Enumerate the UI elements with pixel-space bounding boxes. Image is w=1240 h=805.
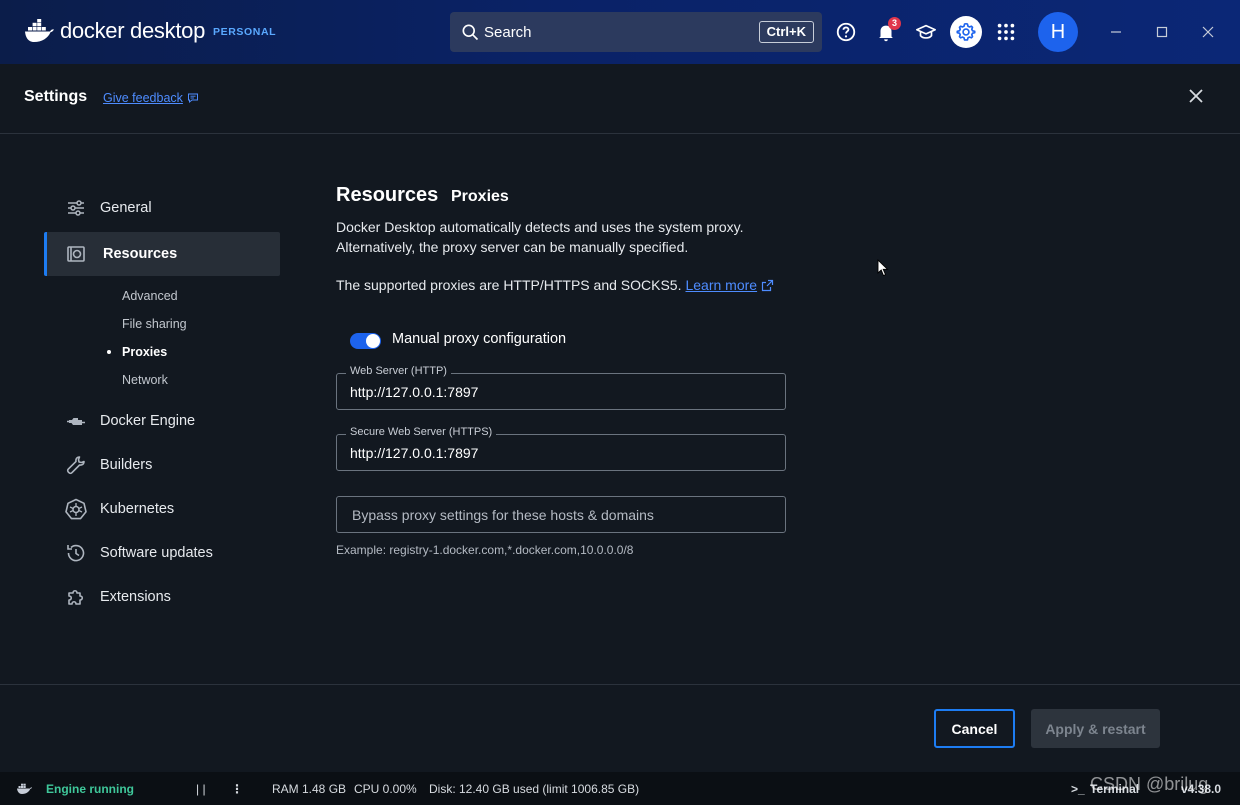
engine-status[interactable]: Engine running xyxy=(46,782,134,796)
help-icon xyxy=(836,22,856,42)
cancel-button[interactable]: Cancel xyxy=(934,709,1015,748)
bypass-example-hint: Example: registry-1.docker.com,*.docker.… xyxy=(336,543,634,557)
settings-sidebar: General Resources Advanced File sharing … xyxy=(44,186,280,638)
sidebar-item-kubernetes[interactable]: Kubernetes xyxy=(44,487,280,531)
sidebar-item-general[interactable]: General xyxy=(44,186,280,230)
learning-center-button[interactable] xyxy=(910,16,942,48)
http-proxy-input[interactable] xyxy=(350,374,770,409)
help-button[interactable] xyxy=(830,16,862,48)
search-icon xyxy=(462,24,479,41)
sidebar-item-resources[interactable]: Resources xyxy=(44,232,280,276)
maximize-button[interactable] xyxy=(1150,20,1174,44)
docker-whale-icon xyxy=(25,19,54,42)
close-icon xyxy=(1189,89,1203,103)
description-line-1: Docker Desktop automatically detects and… xyxy=(336,219,744,235)
toggle-knob xyxy=(366,334,380,348)
puzzle-icon xyxy=(64,585,88,609)
supported-proxies-label: The supported proxies are HTTP/HTTPS and… xyxy=(336,277,682,293)
feedback-icon xyxy=(187,93,198,104)
sidebar-item-partially-visible[interactable] xyxy=(44,619,280,638)
status-bar: Engine running | | ⋮ RAM 1.48 GB CPU 0.0… xyxy=(0,772,1240,805)
gear-icon xyxy=(956,22,976,41)
csdn-watermark: CSDN @brilug xyxy=(1090,774,1209,794)
more-settings-icon xyxy=(64,629,88,638)
give-feedback-link[interactable]: Give feedback xyxy=(103,91,199,105)
maximize-icon xyxy=(1156,26,1168,38)
graduation-cap-icon xyxy=(916,24,936,39)
sidebar-item-label: General xyxy=(100,200,152,216)
supported-proxies-text: The supported proxies are HTTP/HTTPS and… xyxy=(336,277,774,293)
sidebar-item-extensions[interactable]: Extensions xyxy=(44,575,280,619)
pause-engine-button[interactable]: | | xyxy=(196,782,206,796)
manual-proxy-label: Manual proxy configuration xyxy=(392,331,567,347)
ram-usage: RAM 1.48 GB xyxy=(272,782,347,796)
description-line-2: Alternatively, the proxy server can be m… xyxy=(336,239,689,255)
app-name: docker desktop xyxy=(60,18,205,43)
sidebar-item-docker-engine[interactable]: Docker Engine xyxy=(44,399,280,443)
minimize-icon xyxy=(1111,31,1121,33)
mouse-cursor-icon xyxy=(877,259,889,277)
engine-whale-icon xyxy=(17,783,32,794)
learn-more-label: Learn more xyxy=(685,277,758,293)
sidebar-item-label: Extensions xyxy=(100,589,171,605)
docker-logo: docker desktop xyxy=(24,18,205,44)
sidebar-item-label: Builders xyxy=(100,457,153,473)
sidebar-subitem-network[interactable]: Network xyxy=(122,373,168,387)
wrench-icon xyxy=(64,453,88,477)
terminal-icon: >_ xyxy=(1071,782,1085,796)
section-title: Resources xyxy=(336,184,439,206)
sidebar-item-software-updates[interactable]: Software updates xyxy=(44,531,280,575)
sidebar-item-builders[interactable]: Builders xyxy=(44,443,280,487)
section-subtitle: Proxies xyxy=(451,188,509,205)
engine-icon xyxy=(64,409,88,433)
apply-restart-button[interactable]: Apply & restart xyxy=(1031,709,1160,748)
notification-count-badge: 3 xyxy=(888,17,901,30)
disk-usage: Disk: 12.40 GB used (limit 1006.85 GB) xyxy=(429,782,640,796)
top-bar: docker desktop PERSONAL Search Ctrl+K 3 … xyxy=(0,0,1240,64)
https-proxy-field: Secure Web Server (HTTPS) xyxy=(336,426,786,471)
grid-icon xyxy=(997,23,1015,41)
user-avatar[interactable]: H xyxy=(1038,12,1078,52)
https-proxy-input[interactable] xyxy=(350,435,770,470)
proxy-description: Docker Desktop automatically detects and… xyxy=(336,217,743,257)
search-bar[interactable]: Search Ctrl+K xyxy=(450,12,822,52)
cpu-usage: CPU 0.00% xyxy=(354,782,417,796)
http-proxy-field: Web Server (HTTP) xyxy=(336,365,786,410)
external-link-icon xyxy=(761,279,774,291)
sidebar-subitem-advanced[interactable]: Advanced xyxy=(122,289,178,303)
notifications-button[interactable]: 3 xyxy=(870,16,902,48)
close-icon xyxy=(1202,26,1214,38)
sidebar-item-label: Kubernetes xyxy=(100,501,175,517)
close-settings-button[interactable] xyxy=(1184,84,1208,108)
kubernetes-icon xyxy=(64,497,88,521)
learn-more-link[interactable]: Learn more xyxy=(685,277,774,293)
sidebar-subitem-file-sharing[interactable]: File sharing xyxy=(122,317,187,331)
give-feedback-label: Give feedback xyxy=(103,91,183,105)
minimize-button[interactable] xyxy=(1104,20,1128,44)
sidebar-item-label: Docker Engine xyxy=(100,413,196,429)
sidebar-item-label: Resources xyxy=(103,246,178,262)
bypass-proxy-field xyxy=(336,496,786,533)
page-title: Settings xyxy=(24,88,88,105)
sliders-icon xyxy=(64,196,88,220)
close-window-button[interactable] xyxy=(1196,20,1220,44)
plan-badge: PERSONAL xyxy=(213,26,277,38)
active-subitem-dot xyxy=(107,350,111,354)
footer-divider xyxy=(0,684,1240,685)
sidebar-subitem-proxies[interactable]: Proxies xyxy=(122,345,167,359)
bypass-proxy-input[interactable] xyxy=(352,497,772,532)
settings-header: Settings Give feedback xyxy=(0,64,1240,134)
apps-grid-button[interactable] xyxy=(990,16,1022,48)
engine-menu-button[interactable]: ⋮ xyxy=(231,782,243,796)
settings-button[interactable] xyxy=(950,16,982,48)
manual-proxy-toggle[interactable] xyxy=(350,333,381,349)
search-label: Search xyxy=(484,23,532,41)
resources-icon xyxy=(64,242,88,266)
clock-icon xyxy=(64,541,88,565)
sidebar-item-label: Software updates xyxy=(100,545,213,561)
search-shortcut: Ctrl+K xyxy=(758,21,814,43)
